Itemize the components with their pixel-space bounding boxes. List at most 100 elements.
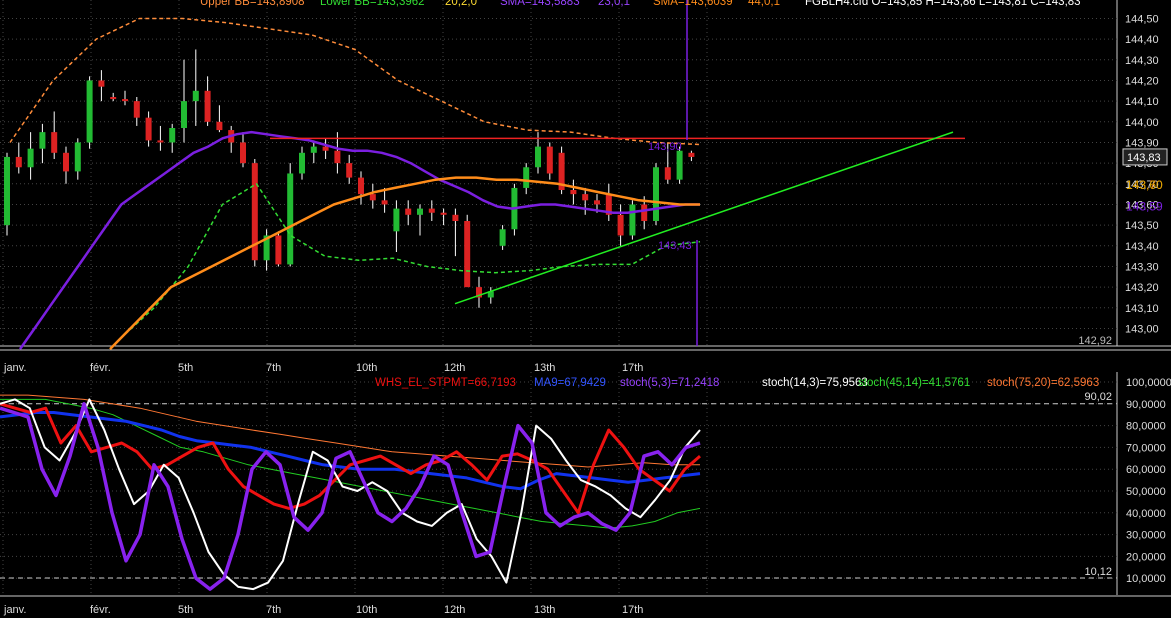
- candle-body: [523, 167, 530, 188]
- price-tick-label: 143,40: [1125, 241, 1159, 253]
- candle-body: [15, 156, 22, 168]
- candle-body: [440, 212, 447, 215]
- price-tick-label: 144,20: [1125, 75, 1159, 87]
- date-label-lower: 17th: [622, 604, 643, 616]
- candle-body: [358, 177, 364, 195]
- sma23-value-label-alt: 143,60: [1126, 178, 1163, 192]
- osc-tick-label: 80,0000: [1126, 421, 1166, 433]
- date-label-lower: 7th: [266, 604, 281, 616]
- date-label-lower: 10th: [356, 604, 377, 616]
- osc-tick-label: 50,0000: [1126, 486, 1166, 498]
- candle-body: [334, 150, 341, 164]
- sma44-label: SMA=143,6039: [653, 0, 733, 8]
- candle-body: [629, 204, 636, 236]
- sma23-label: SMA=143,5883: [500, 0, 580, 8]
- lower-bb-label: Lower BB=143,3962: [320, 0, 425, 8]
- date-label-upper: 7th: [266, 362, 281, 374]
- date-label-upper: 5th: [178, 362, 193, 374]
- sma23-value-label: 143,59: [1126, 200, 1163, 214]
- price-tick-label: 143,30: [1125, 261, 1159, 273]
- candle-body: [39, 132, 46, 149]
- candle-body: [169, 128, 176, 143]
- candle-body: [582, 194, 589, 201]
- candle-body: [417, 208, 423, 215]
- candle-body: [594, 200, 600, 205]
- osc-tick-label: 30,0000: [1126, 530, 1166, 542]
- high-mark-label: 143,90: [648, 141, 682, 153]
- price-tick-label: 143,50: [1125, 220, 1159, 232]
- candle-body: [346, 163, 353, 178]
- price-tick-label: 143,90: [1125, 137, 1159, 149]
- date-label-lower: 12th: [444, 604, 465, 616]
- upper-bb-label: Upper BB=143,8908: [200, 0, 305, 8]
- whs-stpmt-label: WHS_EL_STPMT=66,7193: [375, 377, 516, 389]
- trading-chart[interactable]: 144,50 144,40 144,30 144,20 144,10 144,00 143,…: [0, 0, 1171, 618]
- ma9-label: MA9=67,9429: [534, 377, 606, 389]
- osc-tick-label: 40,0000: [1126, 508, 1166, 520]
- candle-body: [570, 190, 577, 195]
- candle-body: [688, 152, 695, 157]
- symbol-ohlc-label: FGBLH4.cfd O=143,85 H=143,86 L=143,81 C=…: [805, 0, 1081, 8]
- price-tick-label: 144,40: [1125, 34, 1159, 46]
- candle-body: [452, 214, 459, 221]
- osc-lower-level-label: 10,12: [1084, 566, 1112, 578]
- candle-body: [546, 146, 553, 174]
- candle-body: [240, 142, 246, 164]
- date-label-upper: 17th: [622, 362, 643, 374]
- date-label-lower: 13th: [534, 604, 555, 616]
- date-label-upper: janv.: [3, 362, 26, 374]
- candle-body: [535, 146, 541, 168]
- candle-body: [499, 229, 506, 246]
- osc-tick-label: 90,0000: [1126, 399, 1166, 411]
- candle-body: [275, 235, 282, 265]
- osc-tick-label: 70,0000: [1126, 442, 1166, 454]
- last-price-label: 143,83: [1127, 152, 1161, 164]
- candle-body: [381, 200, 388, 205]
- candle-body: [192, 90, 199, 102]
- candle-body: [51, 132, 58, 153]
- candle-body: [216, 121, 223, 131]
- stoch14-label: stoch(14,3)=75,9563: [762, 377, 868, 389]
- date-label-upper: 12th: [444, 362, 465, 374]
- candle-body: [287, 173, 294, 265]
- date-label-upper: 13th: [534, 362, 555, 374]
- price-tick-label: 144,00: [1125, 117, 1159, 129]
- osc-tick-label: 60,0000: [1126, 464, 1166, 476]
- candle-body: [322, 146, 329, 151]
- candle-body: [428, 208, 435, 213]
- candle-body: [405, 208, 412, 215]
- candle-body: [664, 167, 671, 180]
- stoch5-label: stoch(5,3)=71,2418: [620, 377, 720, 389]
- candle-body: [676, 150, 683, 180]
- candle-body: [133, 101, 140, 118]
- osc-upper-level-label: 90,02: [1084, 391, 1112, 403]
- candle-body: [464, 221, 471, 288]
- date-label-upper: 10th: [356, 362, 377, 374]
- sma23-params-label: 23,0,1: [598, 0, 630, 8]
- candle-body: [145, 117, 152, 141]
- candle-body: [86, 80, 93, 143]
- osc-tick-label: 10,0000: [1126, 573, 1166, 585]
- date-label-lower: févr.: [90, 604, 111, 616]
- date-label-lower: janv.: [3, 604, 26, 616]
- candle-body: [122, 99, 128, 102]
- bb-params-label: 20,2,0: [445, 0, 477, 8]
- candle-body: [641, 204, 648, 221]
- candle-body: [110, 97, 117, 100]
- stoch75-label: stoch(75,20)=62,5963: [987, 377, 1100, 389]
- candle-body: [74, 142, 81, 172]
- candle-body: [653, 167, 659, 221]
- price-tick-label: 144,30: [1125, 55, 1159, 67]
- date-label-upper: févr.: [90, 362, 111, 374]
- candle-body: [369, 194, 376, 201]
- candle-body: [299, 152, 305, 174]
- candle-body: [181, 101, 187, 128]
- date-label-lower: 5th: [178, 604, 193, 616]
- candle-body: [617, 214, 624, 236]
- price-tick-label: 144,10: [1125, 96, 1159, 108]
- price-tick-label: 143,00: [1125, 323, 1159, 335]
- price-tick-label: 143,20: [1125, 282, 1159, 294]
- candle-body: [310, 146, 317, 153]
- candle-body: [27, 148, 34, 168]
- low-mark-label: 143,43: [658, 240, 692, 252]
